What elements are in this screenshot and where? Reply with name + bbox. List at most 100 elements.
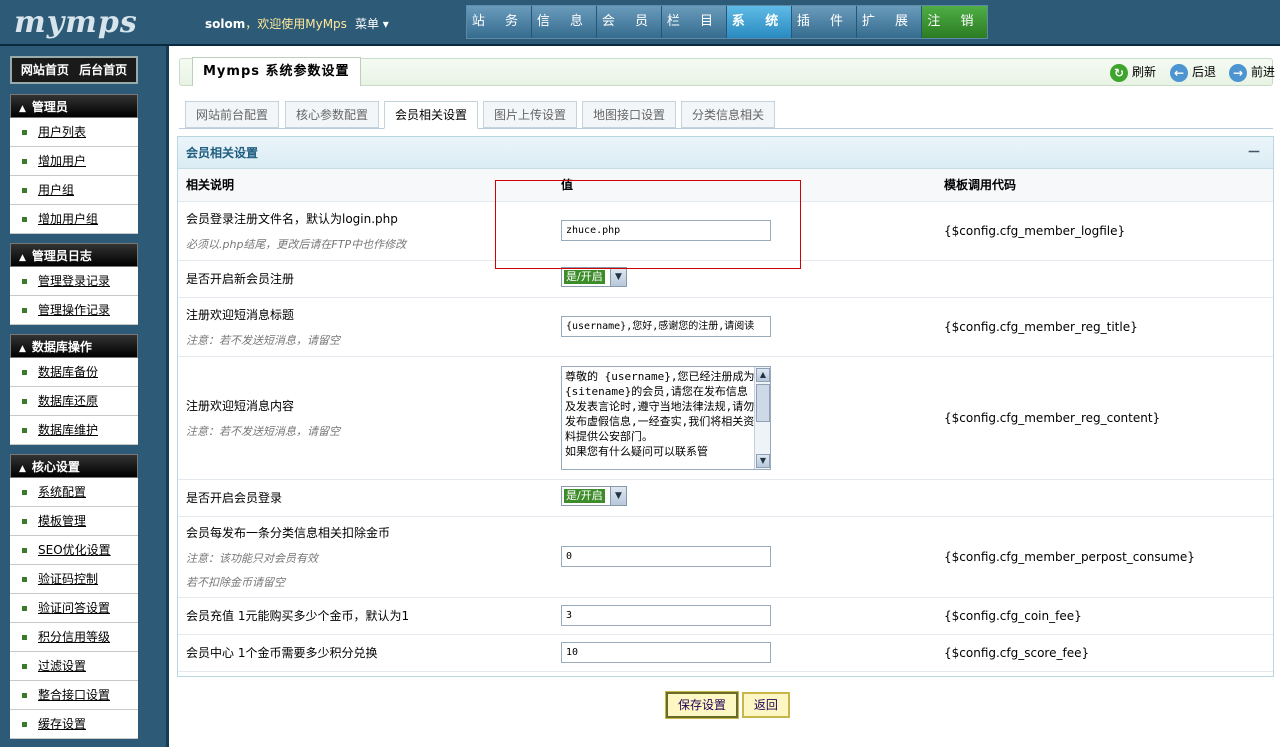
tab-map-api[interactable]: 地图接口设置 [582, 101, 677, 128]
refresh-icon: ↻ [1110, 63, 1128, 82]
bullet-icon [22, 370, 27, 375]
template-code: {$config.cfg_score_fee} [944, 634, 1273, 672]
site-home-link[interactable]: 网站首页 [21, 63, 69, 77]
nav-member[interactable]: 会 员 [597, 6, 662, 38]
chevron-down-icon: ▼ [610, 268, 626, 286]
sidebar-item-cache[interactable]: 缓存设置 [10, 710, 138, 739]
row-label: 注册欢迎短消息内容 [186, 398, 295, 413]
sidebar-item-captcha[interactable]: 验证码控制 [10, 565, 138, 594]
row-hint: 注意：该功能只对会员有效 [186, 551, 318, 565]
column-header-desc: 相关说明 [178, 169, 561, 202]
arrow-right-icon: → [1229, 63, 1247, 82]
form-buttons: 保存设置 返回 [664, 691, 790, 719]
scrollbar[interactable]: ▲ ▼ [754, 366, 770, 469]
sidebar-item-operation-log[interactable]: 管理操作记录 [10, 296, 138, 325]
bullet-icon [22, 399, 27, 404]
save-settings-button[interactable]: 保存设置 [664, 691, 740, 719]
bullet-icon [22, 577, 27, 582]
chevron-up-icon: ▲ [19, 253, 26, 263]
bullet-icon [22, 722, 27, 727]
table-row: 是否开启会员登录 是/开启 ▼ [178, 479, 1273, 517]
tab-front-config[interactable]: 网站前台配置 [185, 101, 280, 128]
sidebar-item-integration[interactable]: 整合接口设置 [10, 681, 138, 710]
sidebar-item-filter[interactable]: 过滤设置 [10, 652, 138, 681]
tab-image-upload[interactable]: 图片上传设置 [483, 101, 578, 128]
nav-logout[interactable]: 注 销 [922, 6, 987, 38]
sidebar-item-login-log[interactable]: 管理登录记录 [10, 267, 138, 296]
template-code: {$config.cfg_coin_fee} [944, 597, 1273, 635]
row-hint-2: 若不扣除金币请留空 [186, 575, 285, 589]
bullet-icon [22, 664, 27, 669]
chevron-down-icon: ▼ [610, 487, 626, 505]
nav-extend[interactable]: 扩 展 [857, 6, 922, 38]
sidebar-item-system-config[interactable]: 系统配置 [10, 478, 138, 507]
template-code: {$config.cfg_member_reg_content} [944, 356, 1273, 480]
collapse-button[interactable]: － [1247, 137, 1261, 169]
tab-core-params[interactable]: 核心参数配置 [285, 101, 380, 128]
main-nav: 站 务 信 息 会 员 栏 目 系 统 插 件 扩 展 注 销 [466, 5, 988, 39]
admin-home-link[interactable]: 后台首页 [79, 63, 127, 77]
sidebar-item-add-user[interactable]: 增加用户 [10, 147, 138, 176]
bullet-icon [22, 159, 27, 164]
table-header-row: 相关说明 值 模板调用代码 [178, 169, 1273, 202]
row-hint: 必须以.php结尾，更改后请在FTP中也作修改 [186, 237, 407, 251]
logfile-input[interactable]: zhuce.php [561, 220, 771, 241]
scroll-up-icon[interactable]: ▲ [756, 367, 770, 382]
scroll-down-icon[interactable]: ▼ [756, 453, 770, 468]
page-title: Mymps 系统参数设置 [192, 57, 361, 86]
scroll-thumb[interactable] [756, 383, 770, 422]
reg-content-textarea[interactable]: 尊敬的 {username},您已经注册成为 {sitename}的会员,请您在… [561, 365, 771, 470]
sidebar-item-add-user-group[interactable]: 增加用户组 [10, 205, 138, 234]
row-label: 会员充值 1元能购买多少个金币，默认为1 [178, 597, 561, 635]
nav-system[interactable]: 系 统 [727, 6, 792, 38]
username: solom [205, 17, 246, 31]
tab-classified-info[interactable]: 分类信息相关 [681, 101, 776, 128]
sidebar-item-qa-verify[interactable]: 验证问答设置 [10, 594, 138, 623]
menu-dropdown[interactable]: 菜单 ▾ [355, 17, 389, 31]
bullet-icon [22, 693, 27, 698]
bullet-icon [22, 217, 27, 222]
arrow-left-icon: ← [1170, 63, 1188, 82]
coin-fee-input[interactable]: 3 [561, 605, 771, 626]
settings-table: 相关说明 值 模板调用代码 会员登录注册文件名，默认为login.php 必须以.… [178, 169, 1273, 672]
nav-info[interactable]: 信 息 [532, 6, 597, 38]
table-row: 注册欢迎短消息标题 注意：若不发送短消息，请留空 {username},您好,感谢… [178, 297, 1273, 357]
sidebar-item-seo[interactable]: SEO优化设置 [10, 536, 138, 565]
table-row: 注册欢迎短消息内容 注意：若不发送短消息，请留空 尊敬的 {username},您… [178, 356, 1273, 480]
refresh-button[interactable]: ↻ 刷新 [1110, 62, 1156, 82]
table-row: 会员登录注册文件名，默认为login.php 必须以.php结尾，更改后请在FTP… [178, 201, 1273, 261]
title-bar: Mymps 系统参数设置 ↻ 刷新 ← 后退 → 前进 [179, 57, 1275, 86]
template-code: {$config.cfg_member_logfile} [944, 201, 1273, 261]
member-settings-panel: 会员相关设置 － 相关说明 值 模板调用代码 会员登录注册文件名，默认为logi… [177, 136, 1274, 677]
sidebar-group-title[interactable]: ▲ 管理员 [10, 94, 138, 118]
forward-button[interactable]: → 前进 [1229, 62, 1275, 82]
row-label: 会员登录注册文件名，默认为login.php [186, 211, 398, 226]
sidebar-item-db-restore[interactable]: 数据库还原 [10, 387, 138, 416]
nav-station[interactable]: 站 务 [467, 6, 532, 38]
nav-category[interactable]: 栏 目 [662, 6, 727, 38]
return-button[interactable]: 返回 [741, 692, 790, 718]
sidebar-item-db-backup[interactable]: 数据库备份 [10, 358, 138, 387]
sidebar-item-user-list[interactable]: 用户列表 [10, 118, 138, 147]
tab-member-settings[interactable]: 会员相关设置 [384, 101, 479, 129]
sidebar-item-db-maintain[interactable]: 数据库维护 [10, 416, 138, 445]
sidebar-item-template[interactable]: 模板管理 [10, 507, 138, 536]
sidebar-item-user-group[interactable]: 用户组 [10, 176, 138, 205]
settings-tabs: 网站前台配置 核心参数配置 会员相关设置 图片上传设置 地图接口设置 分类信息相… [179, 101, 1273, 129]
nav-plugin[interactable]: 插 件 [792, 6, 857, 38]
row-label: 会员每发布一条分类信息相关扣除金币 [186, 525, 391, 540]
open-login-select[interactable]: 是/开启 ▼ [561, 486, 627, 506]
bullet-icon [22, 635, 27, 640]
reg-title-input[interactable]: {username},您好,感谢您的注册,请阅读 [561, 316, 771, 337]
back-button[interactable]: ← 后退 [1170, 62, 1216, 82]
sidebar-item-credit-level[interactable]: 积分信用等级 [10, 623, 138, 652]
score-fee-input[interactable]: 10 [561, 642, 771, 663]
sidebar-group-title[interactable]: ▲ 管理员日志 [10, 243, 138, 267]
sidebar-group-title[interactable]: ▲ 核心设置 [10, 454, 138, 478]
sidebar-group-title[interactable]: ▲ 数据库操作 [10, 334, 138, 358]
open-registration-select[interactable]: 是/开启 ▼ [561, 267, 627, 287]
perpost-consume-input[interactable]: 0 [561, 546, 771, 567]
row-label: 会员中心 1个金币需要多少积分兑换 [178, 634, 561, 672]
row-hint: 注意：若不发送短消息，请留空 [186, 333, 340, 347]
sidebar-group-core: ▲ 核心设置 系统配置 模板管理 SEO优化设置 验证码控制 验证问答设置 积分信… [10, 454, 138, 739]
